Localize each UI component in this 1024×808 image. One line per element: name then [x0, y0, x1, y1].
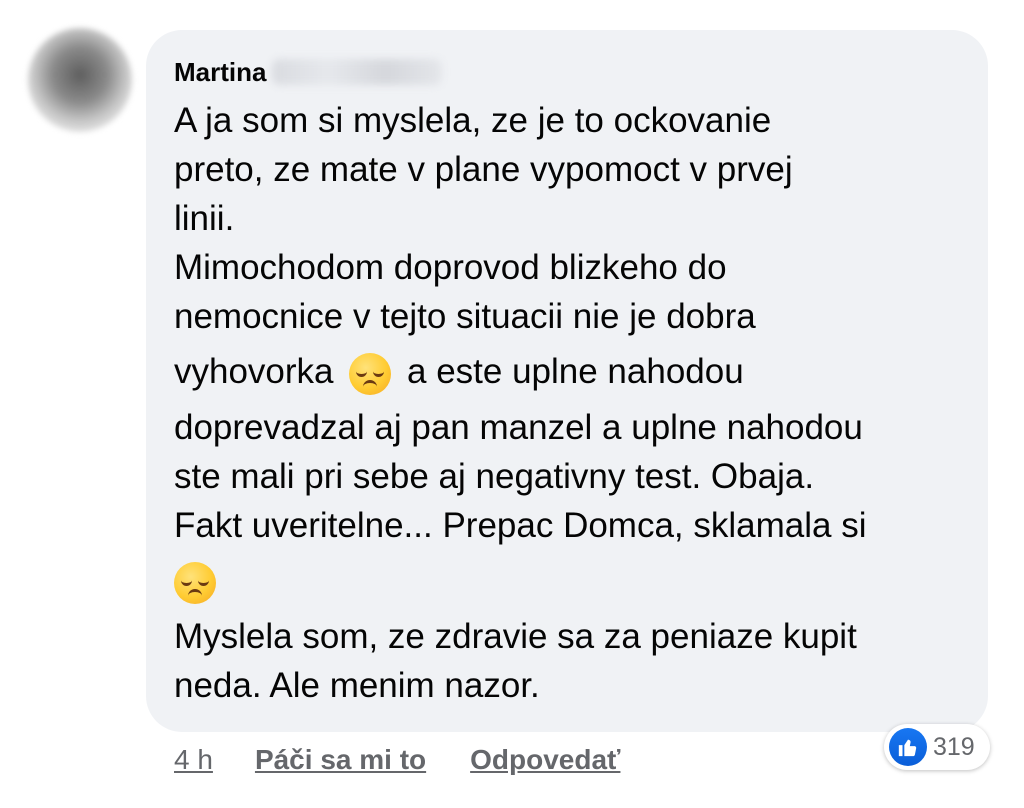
comment-line-emoji: [174, 550, 974, 612]
comment-line: A ja som si myslela, ze je to ockovanie: [174, 101, 772, 140]
disappointed-face-icon: [174, 561, 216, 604]
comment-author[interactable]: Martina: [174, 54, 443, 90]
comment-line: neda. Ale menim nazor.: [174, 666, 540, 705]
comment-line: ste mali pri sebe aj negativny test. Oba…: [174, 457, 815, 496]
reaction-summary[interactable]: 319: [884, 724, 990, 770]
author-name[interactable]: Martina: [174, 57, 266, 88]
reply-button[interactable]: Odpovedať: [470, 744, 620, 776]
comment-line: doprevadzal aj pan manzel a uplne nahodo…: [174, 408, 863, 447]
comment-line: Myslela som, ze zdravie sa za peniaze ku…: [174, 617, 857, 656]
comment-line: vyhovorka a este uplne nahodou: [174, 341, 974, 403]
comment-line: linii.: [174, 199, 235, 238]
comment-line: nemocnice v tejto situacii nie je dobra: [174, 297, 756, 336]
comment-line: Fakt uveritelne... Prepac Domca, sklamal…: [174, 506, 867, 545]
like-button[interactable]: Páči sa mi to: [255, 744, 426, 776]
reaction-count: 319: [933, 732, 975, 761]
comment-line: Mimochodom doprovod blizkeho do: [174, 248, 727, 287]
comment-line-part: vyhovorka: [174, 352, 334, 391]
timestamp-link[interactable]: 4 h: [174, 744, 213, 776]
like-icon: [889, 728, 927, 766]
comment-line: preto, ze mate v plane vypomoct v prvej: [174, 150, 793, 189]
author-surname-redacted: [272, 59, 443, 85]
avatar[interactable]: [28, 28, 132, 132]
comment-line-part: a este uplne nahodou: [407, 352, 744, 391]
comment-actions: 4 h Páči sa mi to Odpovedať: [174, 740, 620, 780]
disappointed-face-icon: [349, 352, 392, 395]
comment-text: A ja som si myslela, ze je to ockovanie …: [174, 96, 974, 710]
